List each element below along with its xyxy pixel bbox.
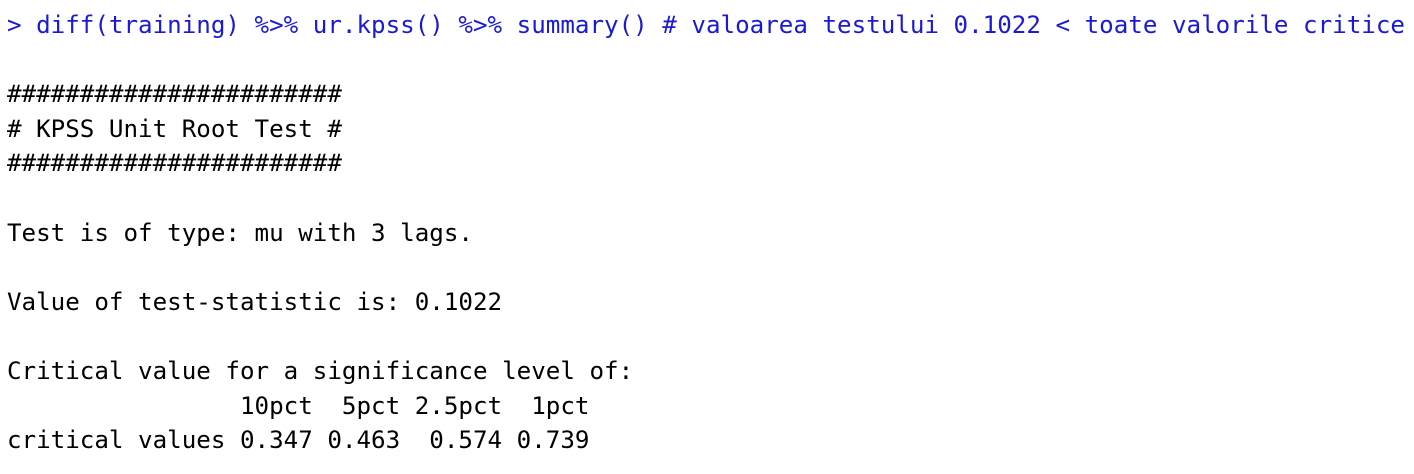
critical-values-heading: Critical value for a significance level … (7, 356, 634, 385)
banner-title: # KPSS Unit Root Test # (7, 114, 342, 143)
banner-border-top: ####################### (7, 80, 342, 109)
banner-border-bottom: ####################### (7, 149, 342, 178)
command-text: diff(training) %>% ur.kpss() %>% summary… (36, 11, 1405, 39)
critical-values-table-header: 10pct 5pct 2.5pct 1pct (7, 391, 590, 420)
r-console-output: > diff(training) %>% ur.kpss() %>% summa… (7, 8, 1407, 458)
console-prompt: > (7, 11, 37, 39)
critical-values-table-row: critical values 0.347 0.463 0.574 0.739 (7, 426, 590, 455)
test-statistic-text: Value of test-statistic is: 0.1022 (7, 287, 503, 316)
command-line[interactable]: > diff(training) %>% ur.kpss() %>% summa… (7, 8, 1407, 43)
test-type-text: Test is of type: mu with 3 lags. (7, 218, 473, 247)
